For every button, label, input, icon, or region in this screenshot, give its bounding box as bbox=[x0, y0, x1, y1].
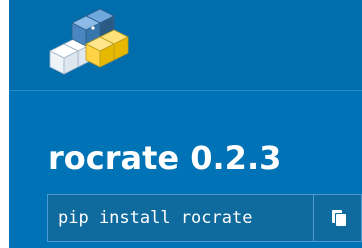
pip-command-box: pip install rocrate bbox=[47, 194, 362, 242]
package-title: rocrate 0.2.3 bbox=[48, 139, 282, 177]
pypi-logo[interactable] bbox=[42, 4, 142, 78]
logo-eye bbox=[91, 26, 95, 30]
copy-icon bbox=[331, 210, 346, 226]
copy-button[interactable] bbox=[313, 195, 362, 241]
python-cubes-logo-icon bbox=[49, 8, 129, 75]
left-margin bbox=[0, 0, 9, 248]
pip-command-text[interactable]: pip install rocrate bbox=[48, 208, 252, 228]
site-header bbox=[9, 0, 362, 90]
page: rocrate 0.2.3 pip install rocrate bbox=[0, 0, 362, 248]
